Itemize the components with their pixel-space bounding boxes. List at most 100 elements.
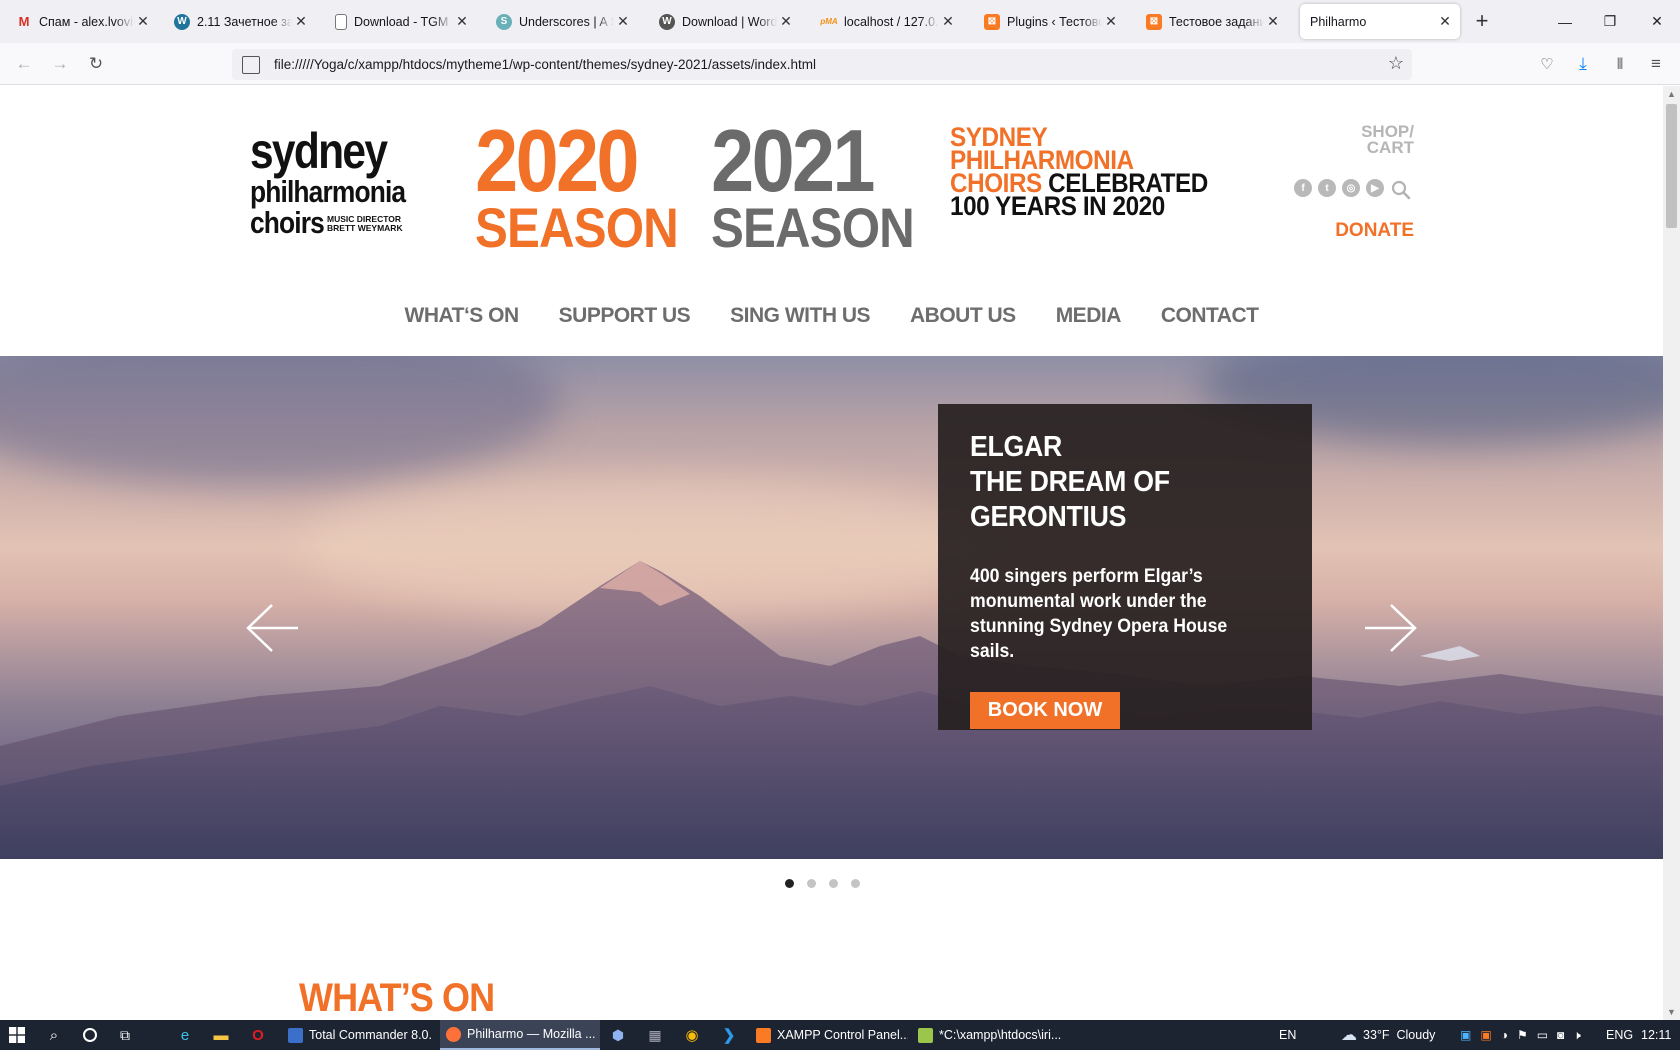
tray-app-icon[interactable]: ◑ [1501,1028,1508,1042]
tab-title: Download - TGM Plu [354,14,453,29]
vscode-icon[interactable]: ❯ [719,1025,739,1045]
tab-wordpress-download[interactable]: W Download | WordPre ✕ [651,0,801,43]
tab-title: Тестовое задание с [1169,14,1264,29]
taskbar-app-notepad[interactable]: *C:\xampp\htdocs\iri... [912,1020,1070,1050]
close-window-button[interactable]: ✕ [1634,0,1680,43]
book-now-button[interactable]: BOOK NOW [970,692,1120,729]
new-tab-button[interactable]: + [1470,10,1494,34]
tab-gmail[interactable]: M Спам - alex.lvovich ✕ [8,0,158,43]
taskbar-app-total-commander[interactable]: Total Commander 8.0... [282,1020,432,1050]
forward-icon[interactable]: → [46,50,74,78]
tab-wordpress-task[interactable]: W 2.11 Зачетное задан ✕ [166,0,316,43]
close-tab-icon[interactable]: ✕ [616,13,630,30]
taskbar-app-xampp[interactable]: XAMPP Control Panel... [750,1020,908,1050]
instagram-icon[interactable]: ◎ [1342,179,1360,197]
input-language[interactable]: ENG [1606,1020,1633,1050]
season-2021-link[interactable]: 2021 SEASON [700,111,915,256]
close-tab-icon[interactable]: ✕ [1266,13,1280,30]
search-icon[interactable] [1390,179,1412,201]
chrome-icon[interactable]: ◉ [682,1025,702,1045]
logo-line-philharmonia: philharmonia [250,174,406,209]
hero-event-card: ELGAR THE DREAM OF GERONTIUS 400 singers… [938,404,1312,730]
donate-link[interactable]: DONATE [1330,220,1414,242]
system-tray-icons: ▣ ▣ ◑ ⚑ ▭ ◙ 🕨 [1460,1020,1581,1050]
calculator-icon[interactable]: ▦ [645,1025,665,1045]
tab-underscores[interactable]: S Underscores | A Star ✕ [488,0,638,43]
tab-title: 2.11 Зачетное задан [197,14,292,29]
tab-tgm-download[interactable]: Download - TGM Plu ✕ [327,0,477,43]
browser-window: M Спам - alex.lvovich ✕ W 2.11 Зачетное … [0,0,1680,1020]
site-logo[interactable]: sydney philharmonia choirs MUSIC DIRECTO… [250,126,410,238]
maximize-button[interactable]: ❐ [1587,0,1633,43]
nav-media[interactable]: MEDIA [1036,304,1141,328]
page-scrollbar[interactable]: ▲ ▼ [1663,86,1680,1020]
downloads-icon[interactable]: ⤓ [1569,50,1597,78]
pocket-icon[interactable]: ♡ [1533,50,1561,78]
close-tab-icon[interactable]: ✕ [1438,13,1452,30]
slider-next-arrow-icon[interactable] [1362,602,1418,654]
tab-title: Philharmo [1310,14,1367,29]
minimize-button[interactable]: — [1542,0,1588,43]
slider-dot-2[interactable] [807,879,816,888]
firefox-icon [446,1026,461,1042]
tab-philharmo[interactable]: Philharmo ✕ [1300,4,1460,39]
tab-phpmyadmin[interactable]: pMA localhost / 127.0.0.1 ✕ [813,0,963,43]
tab-plugins[interactable]: ⊠ Plugins ‹ Тестовое з ✕ [976,0,1126,43]
slider-dot-1[interactable] [785,879,794,888]
windows-start-icon[interactable] [7,1025,27,1045]
shop-cart-link[interactable]: SHOP/ CART [1330,123,1414,157]
taskbar-app-label: Philharmo — Mozilla ... [467,1027,596,1041]
tab-test-task[interactable]: ⊠ Тестовое задание с ✕ [1138,0,1288,43]
network-icon[interactable]: ▭ [1537,1028,1548,1042]
navigation-toolbar: ← → ↻ file://///Yoga/c/xampp/htdocs/myth… [0,43,1680,85]
slider-prev-arrow-icon[interactable] [245,602,301,654]
close-tab-icon[interactable]: ✕ [136,13,150,30]
opera-icon[interactable]: O [248,1025,268,1045]
reload-icon[interactable]: ↻ [82,50,110,78]
scroll-thumb[interactable] [1666,104,1677,228]
taskbar-app-firefox[interactable]: Philharmo — Mozilla ... [440,1020,600,1050]
clock[interactable]: 12:11 [1641,1020,1671,1050]
tray-app-icon[interactable]: ⚑ [1517,1028,1528,1042]
youtube-icon[interactable]: ▶ [1366,179,1384,197]
menu-icon[interactable]: ≡ [1642,50,1670,78]
underscores-icon: S [496,13,512,30]
tray-app-icon[interactable]: ▣ [1480,1028,1491,1042]
twitter-icon[interactable]: t [1318,179,1336,197]
bookmark-star-icon[interactable]: ☆ [1388,53,1404,74]
shield-app-icon[interactable]: ⬢ [608,1025,628,1045]
weather-widget[interactable]: ☁ 33°F Cloudy [1341,1020,1435,1050]
cart-label: CART [1366,138,1414,157]
tray-app-icon[interactable]: ◙ [1557,1028,1564,1042]
volume-icon[interactable]: 🕨 [1573,1028,1581,1043]
slider-dot-4[interactable] [851,879,860,888]
nav-sing-with-us[interactable]: SING WITH US [710,304,890,328]
close-tab-icon[interactable]: ✕ [294,13,308,30]
search-icon[interactable]: ⌕ [44,1025,64,1045]
nav-contact[interactable]: CONTACT [1141,304,1279,328]
taskbar-app-label: Total Commander 8.0... [309,1028,432,1042]
xampp-icon: ⊠ [984,13,1000,30]
nav-whats-on[interactable]: WHAT‘S ON [385,304,539,328]
slider-dot-3[interactable] [829,879,838,888]
library-icon[interactable]: ⫴ [1606,50,1634,78]
close-tab-icon[interactable]: ✕ [779,13,793,30]
cortana-icon[interactable] [80,1025,100,1045]
file-explorer-icon[interactable]: ▬ [211,1025,231,1045]
task-view-icon[interactable]: ⧉ [115,1025,135,1045]
facebook-icon[interactable]: f [1294,179,1312,197]
address-bar[interactable]: file://///Yoga/c/xampp/htdocs/mytheme1/w… [232,49,1412,80]
season-2020-link[interactable]: 2020 SEASON [464,117,679,256]
scroll-up-icon[interactable]: ▲ [1663,86,1680,102]
nav-support-us[interactable]: SUPPORT US [539,304,711,328]
close-tab-icon[interactable]: ✕ [941,13,955,30]
edge-icon[interactable]: e [175,1025,195,1045]
language-indicator[interactable]: EN [1279,1020,1296,1050]
season-2021-year: 2021 [711,111,875,210]
nav-about-us[interactable]: ABOUT US [890,304,1036,328]
tray-app-icon[interactable]: ▣ [1460,1028,1471,1042]
scroll-down-icon[interactable]: ▼ [1663,1004,1680,1020]
back-icon[interactable]: ← [10,50,38,78]
close-tab-icon[interactable]: ✕ [1104,13,1118,30]
close-tab-icon[interactable]: ✕ [455,13,469,30]
